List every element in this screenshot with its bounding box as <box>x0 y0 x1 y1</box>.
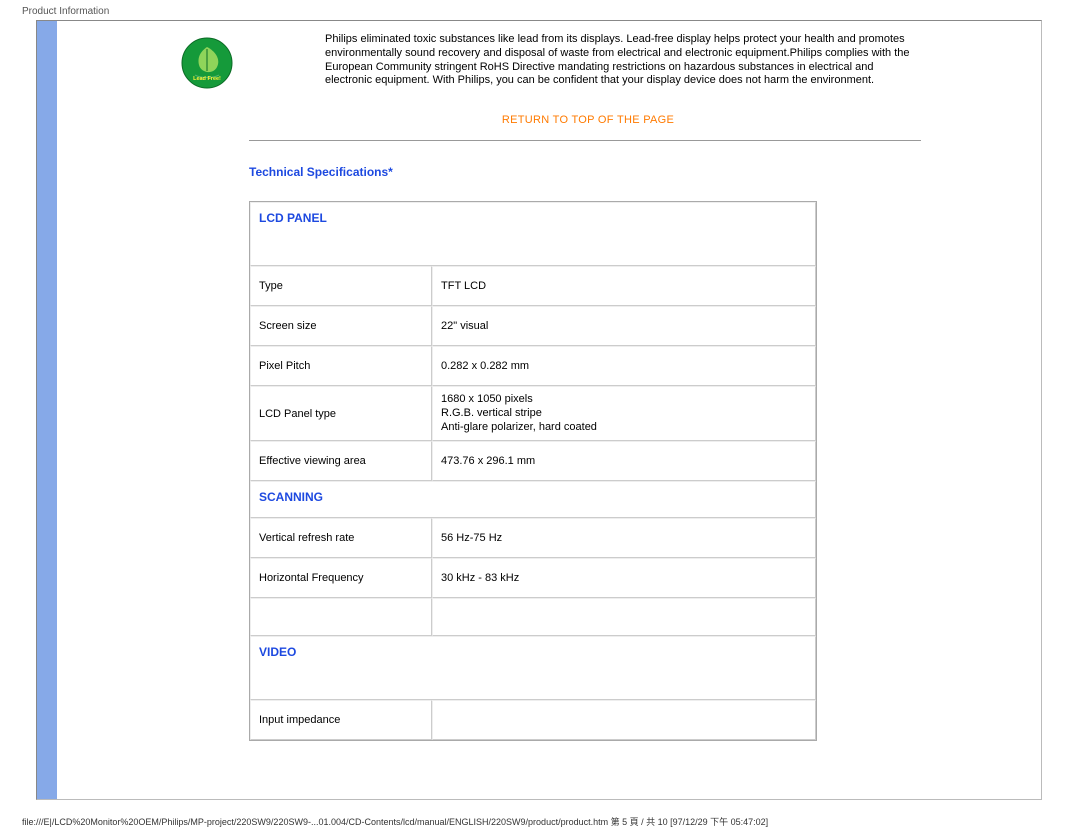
spec-label: Screen size <box>250 306 432 346</box>
return-to-top: RETURN TO TOP OF THE PAGE <box>255 114 921 126</box>
spec-label: Input impedance <box>250 700 432 740</box>
sidebar-strip <box>37 21 57 799</box>
spec-label: Horizontal Frequency <box>250 558 432 598</box>
svg-text:Lead Free!: Lead Free! <box>193 76 221 82</box>
spec-value: 0.282 x 0.282 mm <box>432 346 816 386</box>
spec-value <box>432 700 816 740</box>
spec-section-header: LCD PANEL <box>250 202 816 266</box>
intro-text: Philips eliminated toxic substances like… <box>325 33 921 88</box>
divider <box>249 140 921 141</box>
spec-value: 56 Hz-75 Hz <box>432 518 816 558</box>
spec-label: Vertical refresh rate <box>250 518 432 558</box>
tech-spec-title: Technical Specifications* <box>249 165 921 179</box>
spec-label: Effective viewing area <box>250 441 432 481</box>
spec-value <box>432 598 816 636</box>
footer-file-path: file:///E|/LCD%20Monitor%20OEM/Philips/M… <box>22 815 768 828</box>
spec-value: 30 kHz - 83 kHz <box>432 558 816 598</box>
page-frame: Lead Free! Philips eliminated toxic subs… <box>36 20 1042 800</box>
intro-block: Lead Free! Philips eliminated toxic subs… <box>85 33 921 88</box>
main-content: Lead Free! Philips eliminated toxic subs… <box>57 21 1041 741</box>
spec-label <box>250 598 432 636</box>
page-header-label: Product Information <box>22 6 109 17</box>
spec-value: 1680 x 1050 pixelsR.G.B. vertical stripe… <box>432 386 816 441</box>
spec-label: Pixel Pitch <box>250 346 432 386</box>
spec-table: LCD PANELTypeTFT LCDScreen size22" visua… <box>249 201 817 741</box>
spec-value: 22" visual <box>432 306 816 346</box>
spec-section-header: SCANNING <box>250 481 816 518</box>
return-to-top-link[interactable]: RETURN TO TOP OF THE PAGE <box>502 114 674 126</box>
spec-value: TFT LCD <box>432 266 816 306</box>
lead-free-icon: Lead Free! <box>181 37 233 89</box>
spec-section-header: VIDEO <box>250 636 816 700</box>
spec-value: 473.76 x 296.1 mm <box>432 441 816 481</box>
spec-label: Type <box>250 266 432 306</box>
spec-label: LCD Panel type <box>250 386 432 441</box>
